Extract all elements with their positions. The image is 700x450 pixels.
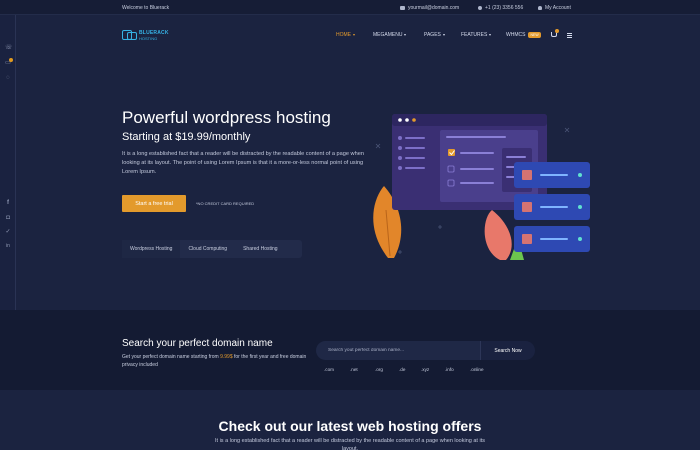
domain-desc-text: Get your perfect domain name starting fr… [122, 354, 221, 360]
instagram-icon[interactable]: ◘ [5, 215, 11, 221]
logo[interactable]: BLUERACK HOSTING [122, 29, 168, 43]
welcome-text: Welcome to Bluerack [122, 5, 170, 11]
top-bar: Welcome to Bluerack yourmail@domain.com … [0, 0, 700, 15]
phone-link[interactable]: +1 (23) 3356 556 [478, 5, 523, 11]
facebook-icon[interactable]: f [5, 200, 11, 206]
my-account-link[interactable]: My Account [538, 5, 571, 11]
twitter-icon[interactable]: ✓ [5, 229, 11, 235]
phone-text: +1 (23) 3356 556 [485, 5, 524, 11]
nav-pages[interactable]: PAGES [424, 32, 445, 38]
nav-home[interactable]: HOME [336, 32, 355, 38]
domain-search-description: Get your perfect domain name starting fr… [122, 353, 307, 369]
offers-description: It is a long established fact that a rea… [215, 438, 485, 450]
hero-subtitle: Starting at $19.99/monthly [122, 131, 251, 143]
leaf-right-icon [484, 210, 512, 260]
phone-icon[interactable]: ☏ [5, 45, 13, 51]
user-icon [538, 6, 542, 10]
hero-description: It is a long established fact that a rea… [122, 151, 364, 175]
email-link[interactable]: yourmail@domain.com [400, 5, 459, 11]
tld-item[interactable]: .info [445, 367, 454, 372]
tld-item[interactable]: .com [324, 367, 334, 372]
rail-badge [9, 58, 13, 62]
nav-whmcs-label: WHMCS [506, 32, 526, 38]
search-now-button[interactable]: Search Now [480, 341, 535, 360]
domain-price: 9.99$ [220, 354, 233, 360]
hosting-illustration [373, 114, 590, 260]
tld-item[interactable]: .net [350, 367, 358, 372]
tab-wordpress-hosting[interactable]: Wordpress Hosting [122, 240, 181, 258]
tab-shared-hosting[interactable]: Shared Hosting [235, 240, 285, 258]
domain-search-input[interactable] [316, 341, 480, 360]
chat-icon[interactable]: ◌ [5, 75, 11, 81]
server-rack-icon [514, 162, 590, 252]
new-badge: NEW [528, 32, 541, 38]
tld-item[interactable]: .de [399, 367, 405, 372]
account-text: My Account [545, 5, 571, 11]
tld-item[interactable]: .xyz [421, 367, 429, 372]
chevron-down-icon [353, 34, 355, 36]
tab-cloud-computing[interactable]: Cloud Computing [180, 240, 235, 258]
nav-features-label: FEATURES [461, 32, 488, 38]
nav-features[interactable]: FEATURES [461, 32, 492, 38]
email-text: yourmail@domain.com [408, 5, 460, 11]
start-trial-button[interactable]: Start a free trial [122, 195, 186, 212]
left-rail: ☏ ▭ ◌ f ◘ ✓ in [0, 15, 16, 310]
nav-whmcs[interactable]: WHMCS NEW [506, 32, 541, 38]
hero-title: Powerful wordpress hosting [122, 108, 331, 127]
nav-megamenu[interactable]: MEGAMENU [373, 32, 407, 38]
offers-title: Check out our latest web hosting offers [218, 418, 482, 434]
tld-item[interactable]: .org [375, 367, 383, 372]
domain-search-title: Search your perfect domain name [122, 338, 273, 349]
linkedin-icon[interactable]: in [5, 243, 11, 249]
chevron-down-icon [442, 34, 445, 36]
hamburger-menu-icon[interactable] [567, 33, 572, 39]
phone-icon [478, 6, 482, 10]
tld-item[interactable]: .online [470, 367, 484, 372]
chevron-down-icon [404, 34, 407, 36]
cart-count-badge [555, 29, 559, 33]
hosting-tabs: Wordpress Hosting Cloud Computing Shared… [122, 240, 302, 258]
no-card-note: *NO CREDIT CARD REQUIRED [196, 201, 255, 206]
nav-megamenu-label: MEGAMENU [373, 32, 403, 38]
nav-home-label: HOME [336, 32, 351, 38]
chevron-down-icon [489, 34, 492, 36]
mail-icon [400, 6, 405, 10]
logo-mark-icon [122, 29, 137, 41]
nav-pages-label: PAGES [424, 32, 441, 38]
logo-sub: HOSTING [139, 36, 158, 41]
